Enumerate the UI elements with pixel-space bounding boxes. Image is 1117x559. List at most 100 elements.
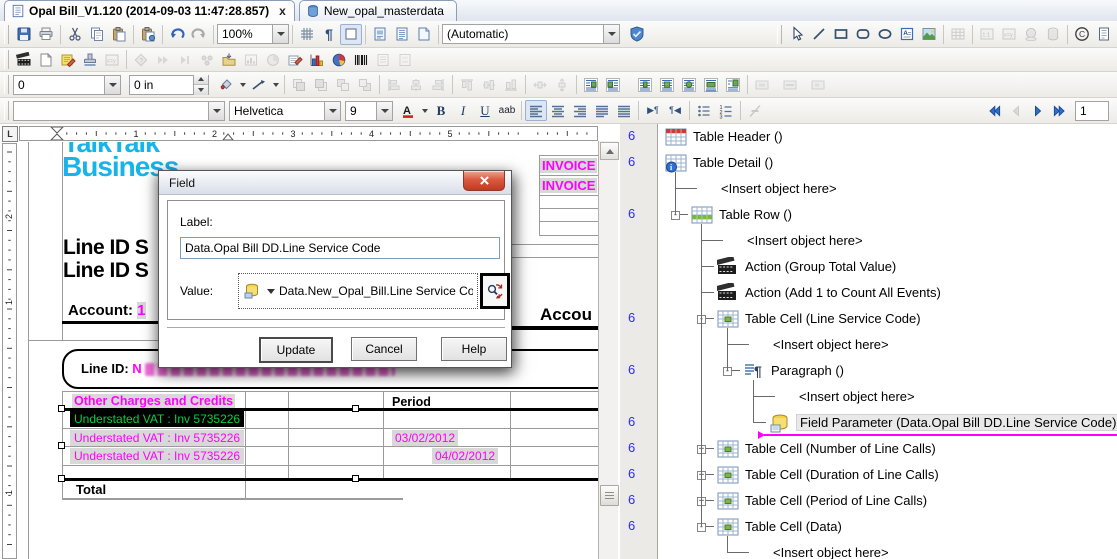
tree-insert-label[interactable]: <Insert object here> (773, 337, 889, 352)
paragraph-ltr[interactable]: ▶¶ (642, 100, 664, 121)
format-combo[interactable]: (Automatic) (442, 24, 620, 44)
tab-masterdata[interactable]: New_opal_masterdata (298, 0, 457, 21)
chevron-down-icon[interactable] (376, 101, 392, 120)
dropdown-arrow-icon[interactable] (270, 74, 281, 95)
align-justify-all-button[interactable] (613, 100, 635, 121)
chevron-down-icon[interactable] (208, 101, 224, 120)
tree-item[interactable]: Action (Add 1 to Count All Events) (659, 280, 1117, 306)
tree-insert-placeholder[interactable]: <Insert object here> (659, 384, 1117, 410)
tree-item[interactable]: Action (Group Total Value) (659, 254, 1117, 280)
selection-handle[interactable] (352, 475, 359, 482)
selected-row-line[interactable] (62, 478, 598, 481)
tree-insert-label[interactable]: <Insert object here> (799, 389, 915, 404)
line-tool-button[interactable] (808, 24, 830, 45)
copyright-tool-button[interactable]: C (1071, 24, 1093, 45)
empty-frame-button[interactable] (340, 23, 362, 45)
scroll-up-button[interactable] (600, 142, 619, 160)
table-row-desc[interactable]: Understated VAT : Inv 5735226 (70, 448, 245, 464)
tree-item-label[interactable]: Paragraph () (771, 363, 844, 378)
canvas-vertical-scrollbar[interactable] (598, 141, 619, 559)
save-button[interactable] (13, 24, 35, 45)
update-button[interactable]: Update (259, 337, 333, 363)
undo-button[interactable] (166, 24, 188, 45)
object-tree-panel[interactable]: Table Header () i Table Detail () <Insert o… (659, 124, 1117, 559)
copy-button[interactable] (86, 24, 108, 45)
selection-handle[interactable] (58, 405, 65, 412)
paste-format-button[interactable] (137, 24, 159, 45)
line-width-combo[interactable]: 0 (13, 74, 121, 95)
font-size-combo[interactable]: 9 (345, 100, 393, 121)
tree-insert-placeholder[interactable]: <Insert object here> (659, 228, 1117, 254)
paste-button[interactable] (108, 24, 130, 45)
tree-item-label[interactable]: Table Detail () (693, 155, 773, 170)
tree-item-label[interactable]: Action (Group Total Value) (745, 259, 896, 274)
toolbar-grip[interactable] (4, 50, 9, 69)
tree-item[interactable]: - Table Row () (659, 202, 1117, 228)
tree-item-label[interactable]: Table Cell (Data) (745, 519, 842, 534)
font-combo[interactable]: Helvetica (229, 100, 341, 121)
align-right-button[interactable] (569, 100, 591, 121)
align-center-button[interactable] (547, 100, 569, 121)
tree-item[interactable]: +Table Cell (Number of Line Calls) (659, 436, 1117, 462)
clipboard-text-button[interactable] (391, 24, 413, 45)
tree-item[interactable]: Field Parameter (Data.Opal Bill DD.Line … (659, 410, 1117, 436)
dialog-title-bar[interactable]: Field (159, 171, 511, 195)
roundrect-tool-button[interactable] (852, 24, 874, 45)
ellipse-tool-button[interactable] (874, 24, 896, 45)
chevron-down-icon[interactable] (104, 75, 120, 94)
lookup-button[interactable] (480, 273, 510, 309)
tree-item-label[interactable]: Action (Add 1 to Count All Events) (745, 285, 941, 300)
dropdown-arrow-icon[interactable] (237, 74, 248, 95)
tab-close-icon[interactable]: x (279, 4, 286, 18)
bold-toggle[interactable]: B (430, 100, 452, 121)
chevron-down-icon[interactable] (603, 25, 619, 43)
font-color-button[interactable]: A (397, 100, 419, 121)
value-selector[interactable]: Data.New_Opal_Bill.Line Service Code (238, 273, 478, 309)
tree-insert-label[interactable]: <Insert object here> (747, 233, 863, 248)
rect-tool-button[interactable] (830, 24, 852, 45)
underline-toggle[interactable]: U (474, 100, 496, 121)
toolbar-grip[interactable] (4, 75, 9, 94)
scrollbar-thumb[interactable] (600, 485, 619, 506)
indent-spinner[interactable]: 0 in (129, 74, 209, 95)
selection-handle[interactable] (58, 442, 65, 449)
toolbar-grip[interactable] (4, 101, 9, 120)
tree-item[interactable]: +Table Cell (Period of Line Calls) (659, 488, 1117, 514)
italic-toggle[interactable]: I (452, 100, 474, 121)
import-folder-button[interactable] (218, 49, 240, 70)
pie-chart-button[interactable] (328, 49, 350, 70)
toolbar-grip[interactable] (4, 24, 9, 44)
chevron-down-icon[interactable] (272, 25, 288, 43)
nav-next-button[interactable] (1027, 100, 1049, 121)
table-row-desc[interactable]: Understated VAT : Inv 5735226 (70, 430, 245, 446)
nav-first-button[interactable] (983, 100, 1005, 121)
chevron-down-icon[interactable] (324, 101, 340, 120)
clipboard-object-button[interactable] (369, 24, 391, 45)
grid-toggle-button[interactable] (296, 24, 318, 45)
tab-opal-bill[interactable]: Opal Bill_V1.120 (2014-09-03 11:47:28.85… (4, 0, 295, 21)
spinner-buttons[interactable] (193, 74, 208, 95)
print-button[interactable] (35, 24, 57, 45)
selection-handle[interactable] (58, 475, 65, 482)
tree-item[interactable]: i Table Detail () (659, 150, 1117, 176)
barcode-button[interactable] (350, 49, 372, 70)
tree-item[interactable]: +Table Cell (Duration of Line Calls) (659, 462, 1117, 488)
pointer-tool-button[interactable] (786, 24, 808, 45)
table-row-period[interactable]: 03/02/2012 (392, 430, 459, 446)
tree-item-label[interactable]: Table Cell (Period of Line Calls) (745, 493, 927, 508)
tree-item-label[interactable]: Table Header () (693, 129, 783, 144)
wrap-both-button[interactable] (634, 74, 656, 95)
paragraph-rtl[interactable]: ¶◀ (664, 100, 686, 121)
page-number-box[interactable]: 1 (1075, 100, 1109, 121)
doc-frame-tool-button[interactable] (1093, 24, 1115, 45)
dropdown-arrow-icon[interactable] (419, 100, 430, 121)
tree-item-label[interactable]: Table Row () (719, 207, 792, 222)
align-left-button[interactable] (525, 100, 547, 121)
tree-item[interactable]: Table Header () (659, 124, 1117, 150)
tree-insert-label[interactable]: <Insert object here> (773, 545, 889, 559)
tree-item-label[interactable]: Field Parameter (Data.Opal Bill DD.Line … (795, 414, 1117, 431)
clipboard-page-button[interactable] (413, 24, 435, 45)
redo-button[interactable] (188, 24, 210, 45)
dialog-close-button[interactable] (463, 171, 505, 191)
wrap-through-button[interactable] (656, 74, 678, 95)
